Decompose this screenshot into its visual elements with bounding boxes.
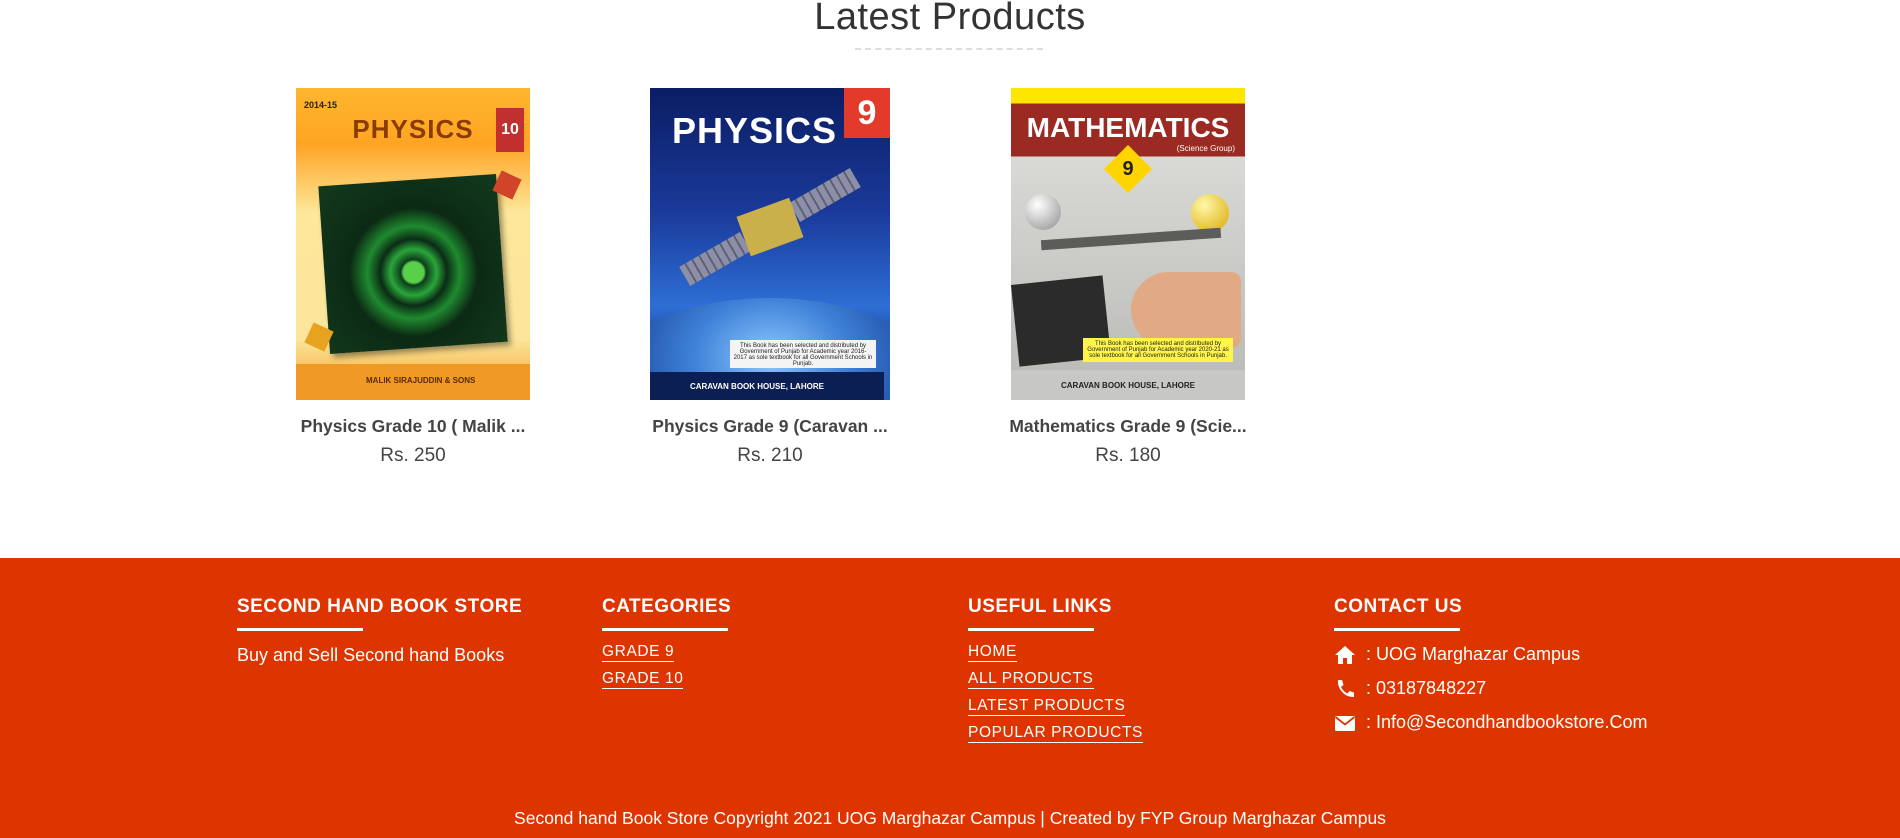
footer-about-heading: SECOND HAND BOOK STORE (237, 596, 523, 617)
contact-phone: : 03187848227 (1334, 678, 1647, 699)
product-name[interactable]: Physics Grade 10 ( Malik ... (288, 416, 538, 437)
heading-underline (1334, 628, 1460, 631)
cover-grade: 10 (496, 108, 524, 152)
cover-solar-panel (679, 231, 751, 287)
product-image[interactable]: PHYSICS 9 This Book has been selected an… (650, 88, 890, 400)
title-divider (855, 48, 1043, 50)
product-card[interactable]: PHYSICS 9 This Book has been selected an… (645, 88, 895, 467)
cover-grade-badge: 9 (1103, 144, 1153, 194)
cover-title: PHYSICS (352, 114, 474, 144)
product-card[interactable]: 2014-15 PHYSICS 10 MALIK SIRAJUDDIN & SO… (288, 88, 538, 467)
link-home[interactable]: HOME (968, 643, 1017, 662)
contact-email: : Info@Secondhandbookstore.Com (1334, 712, 1647, 733)
cover-publisher: CARAVAN BOOK HOUSE, LAHORE (1061, 381, 1195, 390)
heading-underline (237, 628, 363, 631)
cover-subtitle: (Science Group) (1176, 144, 1235, 153)
contact-address: : UOG Marghazar Campus (1334, 644, 1647, 665)
product-price: Rs. 210 (737, 445, 803, 466)
cover-publisher: MALIK SIRAJUDDIN & SONS (366, 376, 476, 385)
heading-underline (968, 628, 1094, 631)
contact-address-text: : UOG Marghazar Campus (1366, 644, 1581, 664)
categories-list: GRADE 9 GRADE 10 (602, 643, 731, 689)
product-price: Rs. 180 (1095, 445, 1161, 466)
envelope-icon (1334, 713, 1356, 733)
cover-title: PHYSICS (672, 110, 838, 151)
site-footer: SECOND HAND BOOK STORE Buy and Sell Seco… (0, 558, 1900, 838)
footer-contact-heading: CONTACT US (1334, 596, 1463, 617)
product-name[interactable]: Physics Grade 9 (Caravan ... (645, 416, 895, 437)
category-link-grade-10[interactable]: GRADE 10 (602, 670, 684, 689)
cover-year: 2014-15 (304, 100, 338, 110)
footer-contact: CONTACT US : UOG Marghazar Campus : 0318… (1334, 596, 1647, 733)
product-image[interactable]: MATHEMATICS (Science Group) 9 This Book … (1011, 88, 1245, 400)
home-icon (1334, 645, 1356, 665)
footer-about-text: Buy and Sell Second hand Books (237, 645, 505, 665)
cover-publisher: CARAVAN BOOK HOUSE, LAHORE (690, 382, 824, 391)
cover-ball (1025, 194, 1061, 230)
heading-underline (602, 628, 728, 631)
cover-illustration (318, 173, 508, 355)
cover-grade: 9 (844, 88, 890, 138)
cover-publisher-band: MALIK SIRAJUDDIN & SONS (296, 364, 530, 400)
footer-useful-links: USEFUL LINKS HOME ALL PRODUCTS LATEST PR… (968, 596, 1143, 751)
cover-title: MATHEMATICS (1026, 112, 1230, 143)
cover-hand (1131, 272, 1241, 348)
link-latest-products[interactable]: LATEST PRODUCTS (968, 697, 1126, 716)
product-name[interactable]: Mathematics Grade 9 (Scie... (1003, 416, 1253, 437)
useful-links-list: HOME ALL PRODUCTS LATEST PRODUCTS POPULA… (968, 643, 1143, 743)
footer-categories-heading: CATEGORIES (602, 596, 732, 617)
cover-ball (1191, 194, 1229, 232)
contact-email-text: : Info@Secondhandbookstore.Com (1366, 712, 1648, 732)
product-price: Rs. 250 (380, 445, 446, 466)
contact-phone-text: : 03187848227 (1366, 678, 1487, 698)
link-popular-products[interactable]: POPULAR PRODUCTS (968, 724, 1143, 743)
cover-grade: 9 (1122, 158, 1134, 180)
cover-note: This Book has been selected and distribu… (1083, 338, 1233, 362)
cover-note: This Book has been selected and distribu… (730, 340, 876, 368)
product-image[interactable]: 2014-15 PHYSICS 10 MALIK SIRAJUDDIN & SO… (296, 88, 530, 400)
cover-publisher-band: CARAVAN BOOK HOUSE, LAHORE (1011, 370, 1245, 400)
link-all-products[interactable]: ALL PRODUCTS (968, 670, 1094, 689)
cover-balance-beam (1040, 227, 1222, 251)
category-link-grade-9[interactable]: GRADE 9 (602, 643, 675, 662)
footer-useful-heading: USEFUL LINKS (968, 596, 1112, 617)
footer-about: SECOND HAND BOOK STORE Buy and Sell Seco… (237, 596, 522, 666)
footer-categories: CATEGORIES GRADE 9 GRADE 10 (602, 596, 731, 697)
section-title: Latest Products (814, 0, 1086, 38)
phone-icon (1334, 679, 1356, 699)
latest-products-section: Latest Products 2014-15 PHYSICS 10 MALIK… (0, 0, 1900, 558)
cover-solar-panel (789, 167, 861, 223)
copyright: Second hand Book Store Copyright 2021 UO… (514, 808, 1386, 828)
product-card[interactable]: MATHEMATICS (Science Group) 9 This Book … (1003, 88, 1253, 467)
cover-publisher-band: CARAVAN BOOK HOUSE, LAHORE (650, 372, 884, 400)
